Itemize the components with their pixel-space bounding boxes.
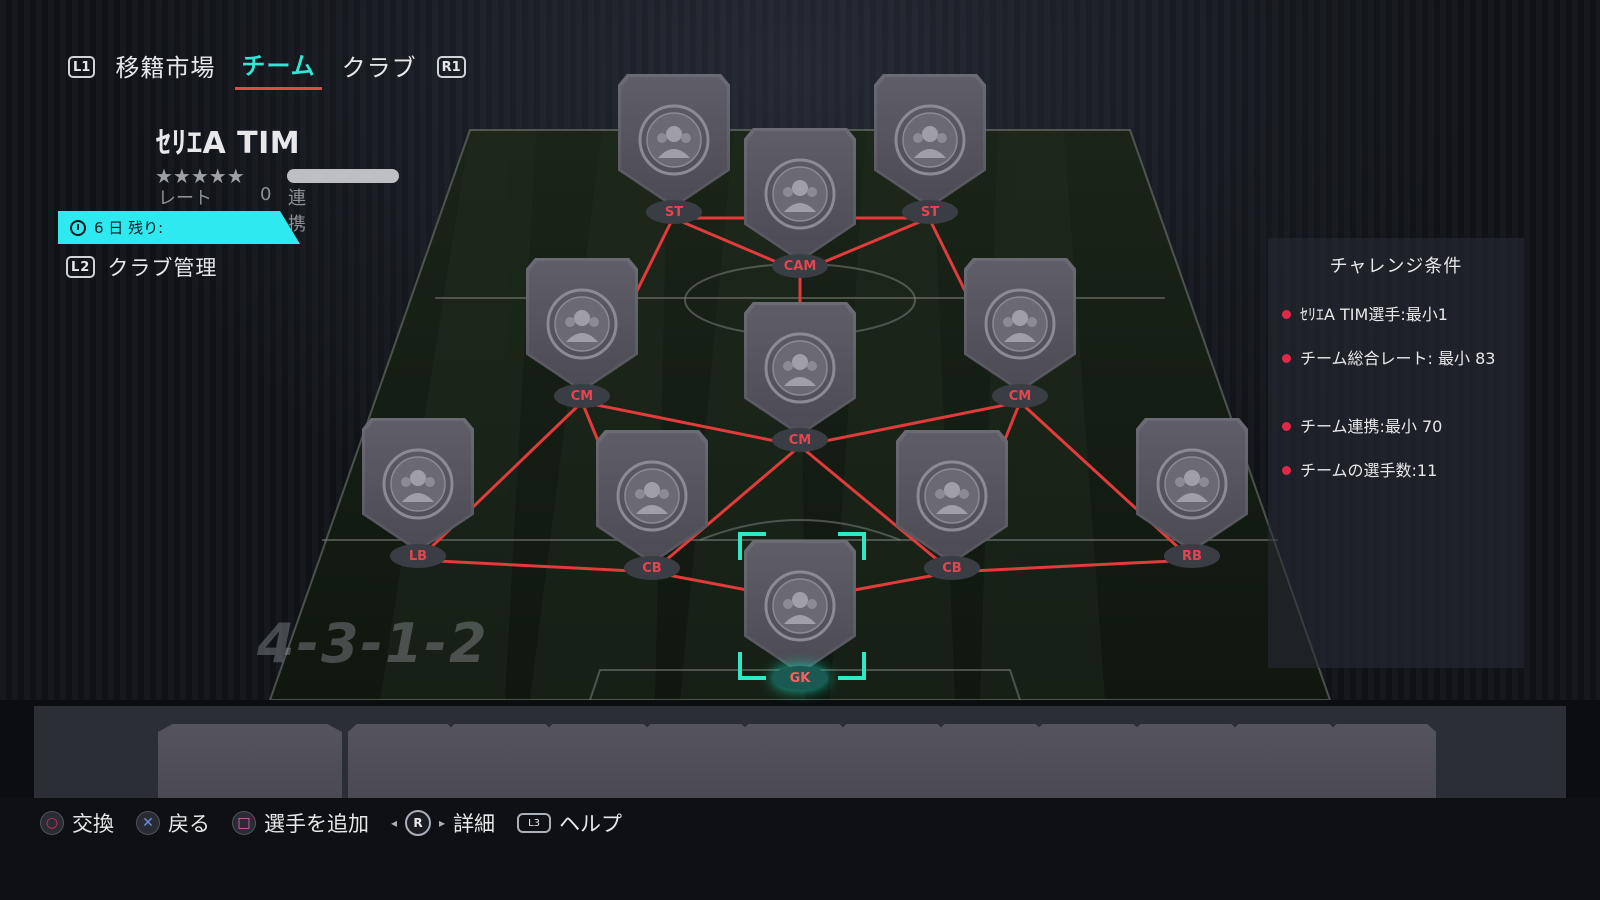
- position-label: CM: [554, 384, 610, 408]
- bullet-icon: [1282, 466, 1291, 475]
- bench-slot[interactable]: [348, 724, 456, 804]
- tab-transfer-market[interactable]: 移籍市場: [109, 46, 221, 89]
- l2-button-icon: L2: [66, 256, 96, 278]
- empty-player-icon: [616, 460, 688, 532]
- player-slot-cm-right[interactable]: CM: [964, 258, 1076, 408]
- position-label: RB: [1164, 544, 1220, 568]
- requirement-item: チーム連携:最小 70: [1282, 414, 1518, 440]
- empty-player-icon: [764, 332, 836, 404]
- bullet-icon: [1282, 354, 1291, 363]
- empty-player-icon: [546, 288, 618, 360]
- bench-slot[interactable]: [1132, 724, 1240, 804]
- back-hint[interactable]: ✕ 戻る: [136, 808, 210, 838]
- squad-builder-screen: L1 移籍市場 チーム クラブ R1 ｾﾘｴA TIM ★★★★★ レート 0 …: [0, 0, 1600, 900]
- requirement-item: チームの選手数:11: [1282, 458, 1518, 484]
- manager-slot[interactable]: [158, 724, 342, 804]
- rating-value: 0: [260, 184, 272, 205]
- player-slot-cam[interactable]: CAM: [744, 128, 856, 278]
- help-hint[interactable]: L3 ヘルプ: [517, 808, 622, 838]
- circle-button-icon: ○: [40, 811, 64, 835]
- challenge-requirements-panel: チャレンジ条件 ｾﾘｴA TIM選手:最小1 チーム総合レート: 最小 83 チ…: [1268, 238, 1524, 668]
- bench-slot[interactable]: [740, 724, 848, 804]
- l1-button-icon[interactable]: L1: [68, 56, 96, 78]
- player-slot-lb[interactable]: LB: [362, 418, 474, 568]
- position-label: GK: [772, 666, 828, 690]
- chemistry-label: 連携: [288, 188, 306, 235]
- position-label: CB: [924, 556, 980, 580]
- bench-slot[interactable]: [936, 724, 1044, 804]
- player-slot-st-right[interactable]: ST: [874, 74, 986, 224]
- chemistry-bar: [287, 169, 399, 183]
- bench-slot[interactable]: [1328, 724, 1436, 804]
- player-slot-cb-right[interactable]: CB: [896, 430, 1008, 580]
- reserves-bench: [34, 706, 1566, 804]
- arrow-left-icon: ◂: [391, 816, 398, 830]
- bullet-icon: [1282, 422, 1291, 431]
- empty-player-icon: [382, 448, 454, 520]
- bullet-icon: [1282, 310, 1291, 319]
- empty-player-icon: [638, 104, 710, 176]
- empty-player-icon: [984, 288, 1056, 360]
- bench-slot[interactable]: [642, 724, 750, 804]
- touchpad-icon: L3: [517, 813, 552, 833]
- empty-player-icon: [894, 104, 966, 176]
- position-label: CB: [624, 556, 680, 580]
- add-player-hint[interactable]: □ 選手を追加: [232, 808, 369, 838]
- position-label: CAM: [772, 254, 828, 278]
- bench-slot[interactable]: [544, 724, 652, 804]
- empty-player-icon: [764, 158, 836, 230]
- position-label: CM: [992, 384, 1048, 408]
- cross-button-icon: ✕: [136, 811, 160, 835]
- right-stick-icon: R: [405, 810, 432, 836]
- empty-player-icon: [916, 460, 988, 532]
- squad-name: ｾﾘｴA TIM: [156, 126, 301, 161]
- swap-hint[interactable]: ○ 交換: [40, 808, 114, 838]
- position-label: ST: [646, 200, 702, 224]
- stopwatch-icon: [70, 219, 86, 236]
- club-management-button[interactable]: L2 クラブ管理: [66, 252, 217, 282]
- bench-slot[interactable]: [838, 724, 946, 804]
- requirement-item: ｾﾘｴA TIM選手:最小1: [1282, 302, 1518, 328]
- position-label: LB: [390, 544, 446, 568]
- rating-label: レート: [158, 188, 212, 209]
- timer-text: 6 日 残り:: [94, 219, 164, 237]
- tab-squad[interactable]: チーム: [235, 44, 322, 90]
- position-label: CM: [772, 428, 828, 452]
- top-nav: L1 移籍市場 チーム クラブ R1: [68, 44, 466, 90]
- requirement-item: チーム総合レート: 最小 83: [1282, 346, 1518, 372]
- bench-slot[interactable]: [1230, 724, 1338, 804]
- empty-player-icon: [764, 570, 836, 642]
- player-slot-cm-left[interactable]: CM: [526, 258, 638, 408]
- button-hints: ○ 交換 ✕ 戻る □ 選手を追加 ◂ R ▸ 詳細 L3 ヘルプ: [40, 808, 622, 838]
- bench-slot[interactable]: [1034, 724, 1142, 804]
- r1-button-icon[interactable]: R1: [436, 56, 466, 78]
- formation-label: 4-3-1-2: [257, 612, 489, 675]
- bench-slot[interactable]: [446, 724, 554, 804]
- player-slot-rb[interactable]: RB: [1136, 418, 1248, 568]
- tab-club[interactable]: クラブ: [336, 46, 423, 89]
- square-button-icon: □: [232, 811, 256, 835]
- position-label: ST: [902, 200, 958, 224]
- player-slot-st-left[interactable]: ST: [618, 74, 730, 224]
- player-slot-cm-center[interactable]: CM: [744, 302, 856, 452]
- arrow-right-icon: ▸: [439, 816, 446, 830]
- player-slot-cb-left[interactable]: CB: [596, 430, 708, 580]
- empty-player-icon: [1156, 448, 1228, 520]
- details-hint[interactable]: ◂ R ▸ 詳細: [391, 808, 495, 838]
- club-management-label: クラブ管理: [107, 256, 218, 280]
- challenge-title: チャレンジ条件: [1329, 256, 1463, 277]
- rating-row: レート 0 連携: [158, 184, 306, 235]
- timer-banner: 6 日 残り:: [58, 211, 300, 244]
